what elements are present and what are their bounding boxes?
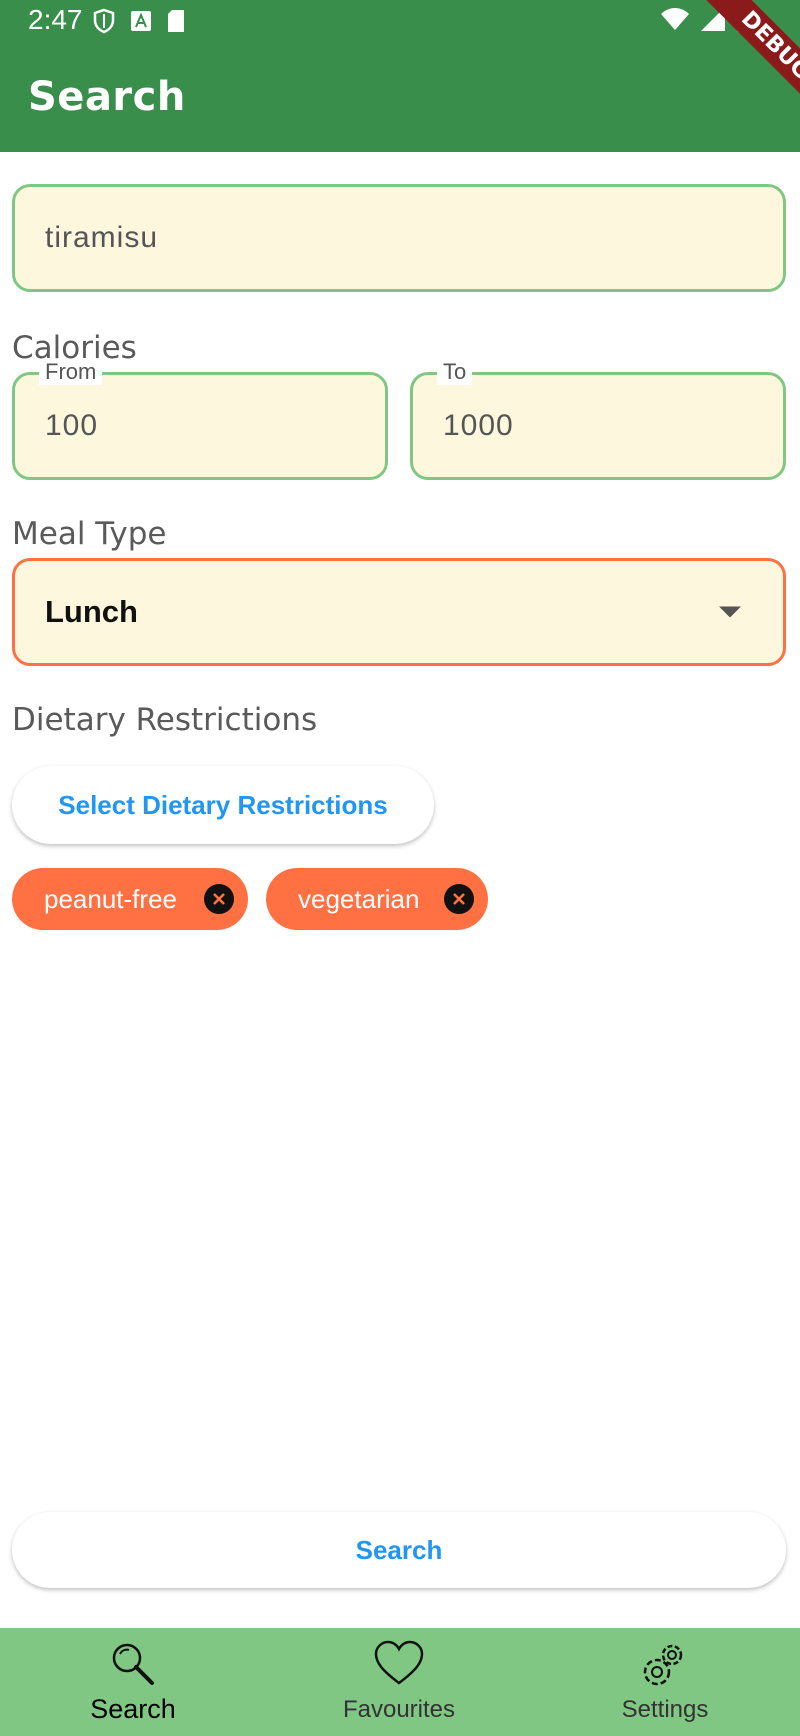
app-bar: 2:47 Search DEBUG — [0, 0, 800, 152]
chip-label: vegetarian — [298, 883, 420, 914]
nav-label-favourites: Favourites — [342, 1696, 456, 1723]
nav-item-settings[interactable]: Settings — [532, 1628, 798, 1736]
wifi-icon — [661, 8, 689, 30]
close-icon[interactable] — [444, 884, 474, 914]
status-time: 2:47 — [28, 4, 83, 35]
calories-to-field[interactable]: To 1000 — [410, 359, 786, 480]
meal-type-value: Lunch — [45, 594, 138, 629]
search-input-value: tiramisu — [45, 221, 159, 254]
text-icon — [131, 11, 151, 31]
search-button[interactable]: Search — [12, 1512, 786, 1588]
status-icons-left — [92, 8, 186, 34]
heart-icon — [374, 1640, 424, 1685]
chip-label: peanut-free — [44, 883, 177, 914]
close-icon[interactable] — [204, 884, 234, 914]
chip-vegetarian: vegetarian — [266, 868, 488, 930]
chip-peanut-free: peanut-free — [12, 868, 248, 930]
dropdown-arrow-icon — [719, 606, 741, 618]
shield-icon — [93, 8, 115, 34]
calories-from-value: 100 — [45, 409, 99, 442]
meal-type-dropdown[interactable]: Lunch — [12, 558, 786, 666]
search-input[interactable]: tiramisu — [12, 184, 786, 292]
calories-from-label: From — [39, 359, 103, 385]
meal-type-label: Meal Type — [12, 516, 167, 552]
nav-item-search[interactable]: Search — [0, 1628, 266, 1736]
gear-icon — [643, 1644, 683, 1686]
page-title: Search — [28, 74, 186, 120]
calories-to-label: To — [437, 359, 473, 385]
nav-item-favourites[interactable]: Favourites — [266, 1628, 532, 1736]
nav-label-search: Search — [90, 1694, 176, 1724]
nav-label-settings: Settings — [621, 1696, 709, 1723]
calories-from-field[interactable]: From 100 — [12, 359, 388, 480]
calories-to-value: 1000 — [443, 409, 514, 442]
select-dietary-restrictions-button[interactable]: Select Dietary Restrictions — [12, 766, 434, 844]
bottom-nav: Search Favourites Settings — [0, 1628, 800, 1736]
dietary-restrictions-label: Dietary Restrictions — [12, 702, 318, 738]
sd-card-icon — [168, 10, 184, 32]
search-icon — [112, 1643, 154, 1685]
